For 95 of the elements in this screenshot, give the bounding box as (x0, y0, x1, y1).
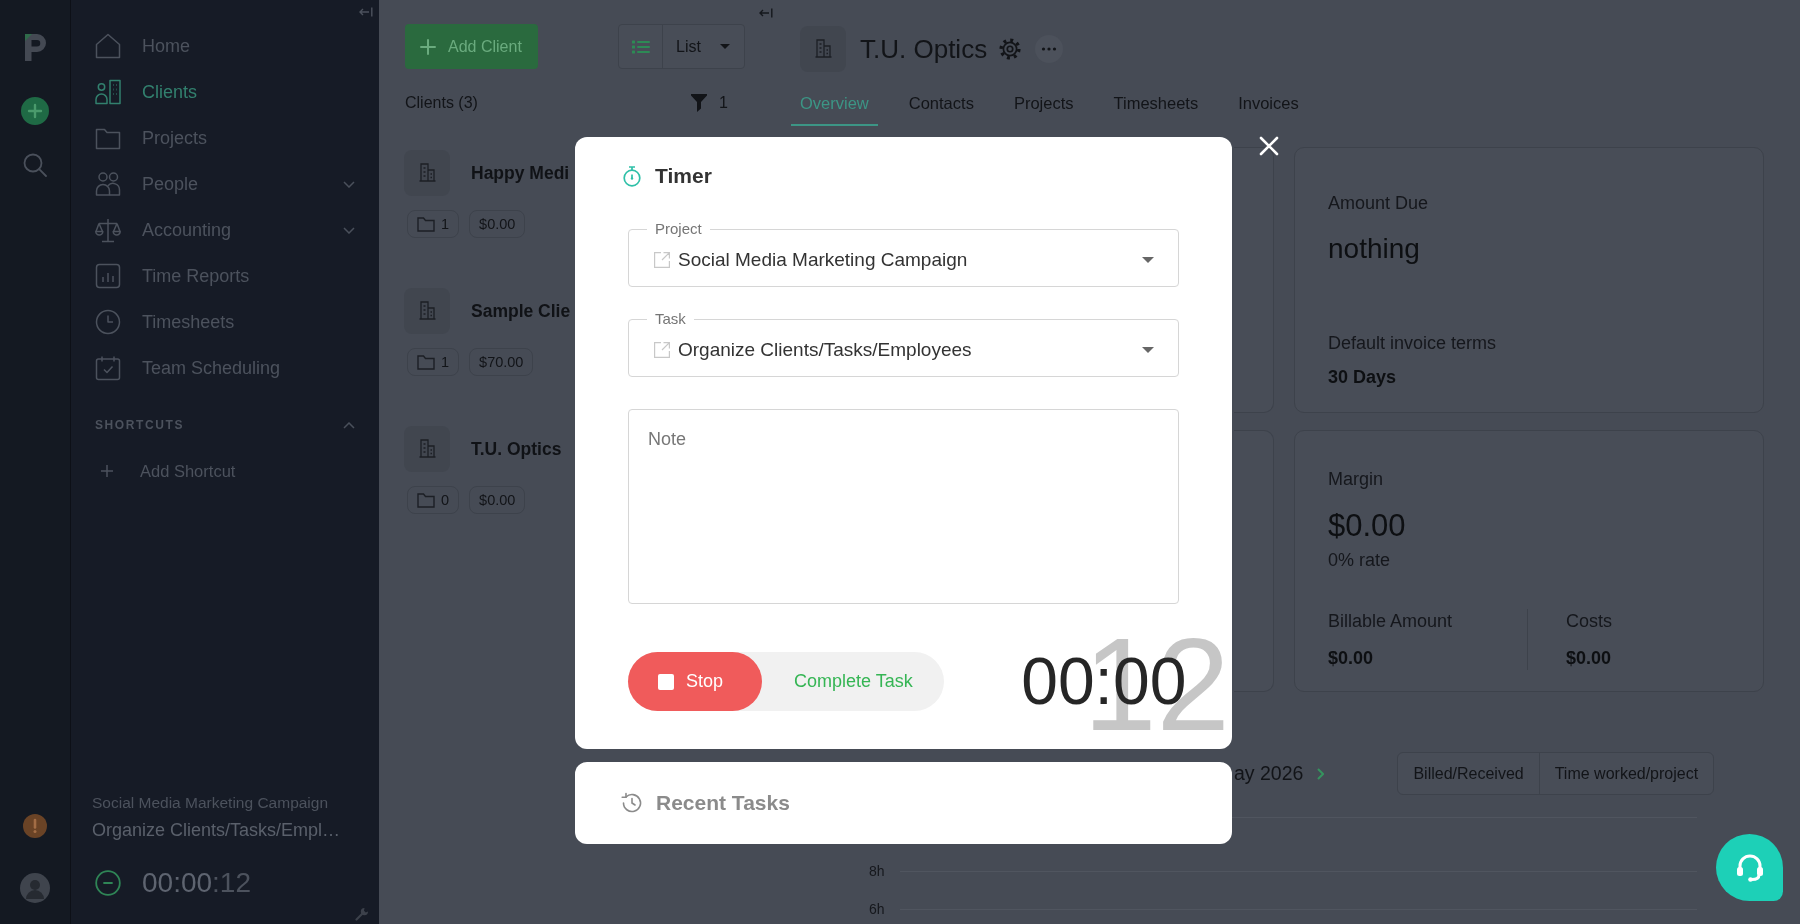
field-label: Project (654, 220, 703, 238)
people-icon (95, 171, 121, 197)
caret-down-icon (1142, 347, 1154, 353)
client-title: T.U. Optics (860, 34, 988, 64)
external-link-icon (654, 342, 670, 358)
settings-icon[interactable] (999, 38, 1022, 60)
amount-due-label: Amount Due (1328, 192, 1429, 215)
collapse-arrow-icon[interactable] (759, 8, 773, 18)
view-dropdown[interactable]: List (663, 25, 744, 68)
search-icon[interactable] (23, 153, 47, 177)
tab[interactable]: Projects (1004, 90, 1083, 126)
clock-icon (95, 309, 121, 335)
project-count: 1 (441, 216, 450, 232)
folder-icon (417, 354, 435, 370)
stat-label: Costs (1566, 610, 1612, 633)
house-icon (95, 33, 121, 59)
history-icon (621, 792, 643, 814)
project-count: 0 (441, 492, 450, 508)
margin-value: $0.00 (1328, 507, 1406, 545)
collapse-arrow-icon[interactable] (359, 6, 373, 17)
selected-value: Social Media Marketing Campaign (678, 249, 968, 271)
amount-tag: $70.00 (469, 348, 534, 376)
timer-task: Organize Clients/Tasks/Empl… (92, 819, 341, 842)
calendar-check-icon (95, 355, 121, 381)
more-icon[interactable] (1035, 35, 1064, 63)
period-label: ay 2026 (1234, 762, 1304, 785)
margin-rate: 0% rate (1328, 549, 1391, 572)
square-icon (658, 673, 674, 690)
add-client-button[interactable]: Add Client (405, 24, 538, 69)
client-list-item[interactable]: Happy Medi 1 $0.00 (379, 125, 575, 263)
terms-label: Default invoice terms (1328, 332, 1497, 355)
plus-icon (420, 38, 436, 55)
scales-icon (95, 217, 121, 243)
chevron-down-icon (343, 226, 355, 234)
field-label: Task (654, 310, 687, 328)
person-building-icon (95, 79, 121, 105)
axis-label: 6h (869, 901, 885, 917)
client-list-item[interactable]: Sample Clie 1 $70.00 (379, 263, 575, 401)
building-icon (404, 150, 450, 196)
plus-circle-icon[interactable] (21, 97, 49, 125)
section-title: Recent Tasks (656, 791, 790, 815)
alert-icon[interactable] (23, 814, 47, 838)
chevron-up-icon[interactable] (343, 421, 355, 429)
chart-mode-button[interactable]: Billed/Received (1398, 753, 1539, 794)
wrench-icon[interactable] (355, 907, 369, 921)
folder-icon (417, 492, 435, 508)
logo-icon (24, 31, 46, 61)
margin-label: Margin (1328, 468, 1384, 491)
dropdown-field[interactable]: Project Social Media Marketing Campaign (628, 220, 1179, 287)
client-name: Sample Clie (471, 300, 571, 322)
folder-icon (417, 216, 435, 232)
tab[interactable]: Timesheets (1104, 90, 1208, 126)
chevron-right-icon[interactable] (1317, 767, 1325, 780)
building-icon (404, 426, 450, 472)
amount-due-value: nothing (1328, 232, 1420, 266)
dialog-title: Timer (655, 164, 712, 188)
caret-down-icon (1142, 257, 1154, 263)
amount-tag: $0.00 (469, 210, 526, 238)
external-link-icon (654, 252, 670, 268)
close-icon (1259, 136, 1279, 156)
chevron-down-icon (343, 180, 355, 188)
headset-icon (1735, 853, 1764, 882)
caret-down-icon (720, 44, 730, 49)
stopwatch-icon (623, 165, 641, 187)
filter-icon[interactable] (691, 94, 708, 112)
plus-icon (101, 465, 113, 477)
axis-label: 8h (869, 863, 885, 879)
close-button[interactable] (1259, 136, 1279, 156)
stat-value: $0.00 (1566, 647, 1612, 670)
avatar-icon[interactable] (20, 873, 50, 903)
stop-button[interactable]: Stop (628, 652, 762, 711)
terms-value: 30 Days (1328, 366, 1397, 389)
building-icon (404, 288, 450, 334)
minus-circle-icon[interactable] (95, 870, 121, 896)
dropdown-field[interactable]: Task Organize Clients/Tasks/Employees (628, 310, 1179, 377)
stat-label: Billable Amount (1328, 610, 1453, 633)
tab[interactable]: Contacts (899, 90, 983, 126)
bar-chart-icon (95, 263, 121, 289)
tab[interactable]: Invoices (1229, 90, 1308, 126)
client-list-item[interactable]: T.U. Optics 0 $0.00 (379, 401, 575, 539)
filter-count: 1 (719, 94, 728, 112)
project-count: 1 (441, 354, 450, 370)
building-icon (800, 26, 846, 72)
amount-tag: $0.00 (469, 486, 526, 514)
nav-item[interactable]: Clients (71, 69, 379, 115)
tab[interactable]: Overview (791, 90, 878, 126)
client-name: Happy Medi (471, 162, 570, 184)
chart-mode-button[interactable]: Time worked/project (1538, 753, 1714, 794)
list-icon (631, 39, 650, 54)
stat-value: $0.00 (1328, 647, 1374, 670)
list-title: Clients (3) (405, 94, 478, 112)
complete-task-button[interactable]: Complete Task (794, 671, 913, 692)
selected-value: Organize Clients/Tasks/Employees (678, 339, 972, 361)
client-name: T.U. Optics (471, 438, 562, 460)
note-field[interactable]: Note (628, 409, 1179, 604)
